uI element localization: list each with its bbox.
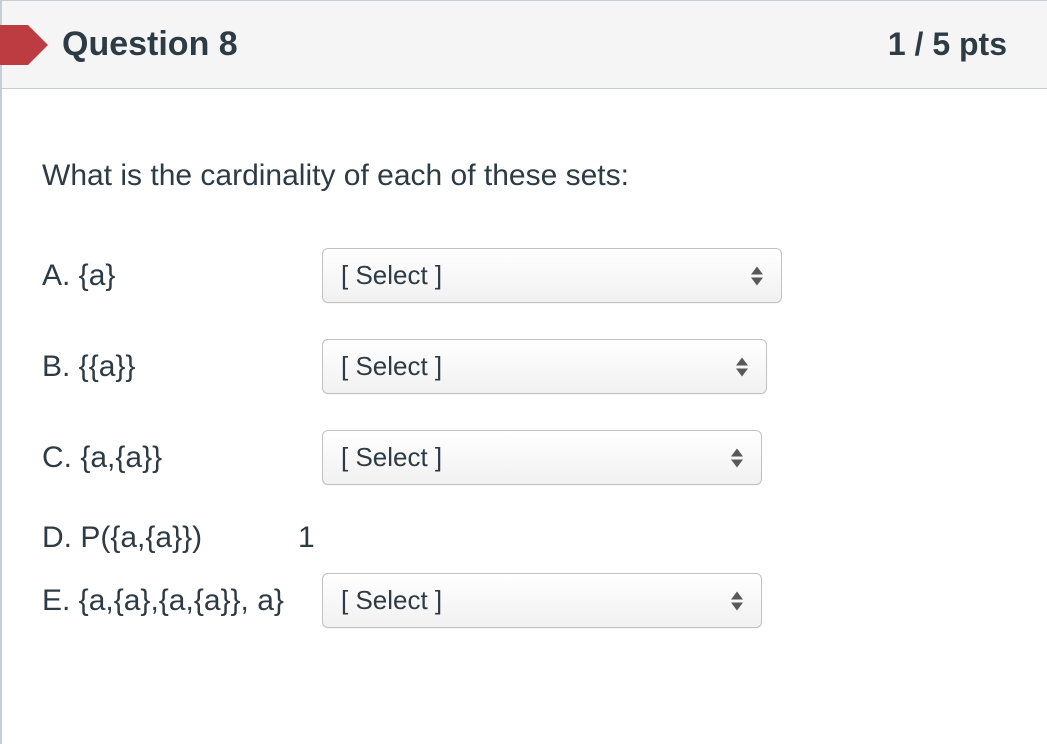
quiz-container: Question 8 1 / 5 pts What is the cardina… [0,0,1047,744]
question-header: Question 8 1 / 5 pts [2,0,1047,89]
select-c[interactable]: [ Select ] [322,430,762,485]
answer-label-a: A. {a} [42,259,322,293]
marker-flag-tip [28,25,48,65]
answer-row-e: E. {a,{a},{a,{a}}, a} [ Select ] [42,573,1007,628]
select-a[interactable]: [ Select ] [322,248,782,303]
select-e-value: [ Select ] [341,585,442,615]
answer-row-b: B. {{a}} [ Select ] [42,339,1007,394]
question-points: 1 / 5 pts [888,26,1007,63]
chevron-updown-icon [731,591,743,610]
select-b[interactable]: [ Select ] [322,339,767,394]
select-b-value: [ Select ] [341,351,442,381]
answer-row-d: D. P({a,{a}}) 1 [42,521,1007,555]
answer-label-b: B. {{a}} [42,350,322,384]
select-e[interactable]: [ Select ] [322,573,762,628]
answer-label-d: D. P({a,{a}}) [42,521,322,555]
answer-row-a: A. {a} [ Select ] [42,248,1007,303]
question-title: Question 8 [62,25,238,64]
marker-flag [0,25,28,65]
answer-label-e: E. {a,{a},{a,{a}}, a} [42,584,322,618]
chevron-updown-icon [731,448,743,467]
answer-row-c: C. {a,{a}} [ Select ] [42,430,1007,485]
question-body: What is the cardinality of each of these… [2,89,1047,704]
question-prompt: What is the cardinality of each of these… [42,159,1007,193]
chevron-updown-icon [736,357,748,376]
chevron-updown-icon [751,266,763,285]
select-c-value: [ Select ] [341,442,442,472]
answer-label-c: C. {a,{a}} [42,441,322,475]
answer-value-d: 1 [296,521,315,555]
select-a-value: [ Select ] [341,260,442,290]
